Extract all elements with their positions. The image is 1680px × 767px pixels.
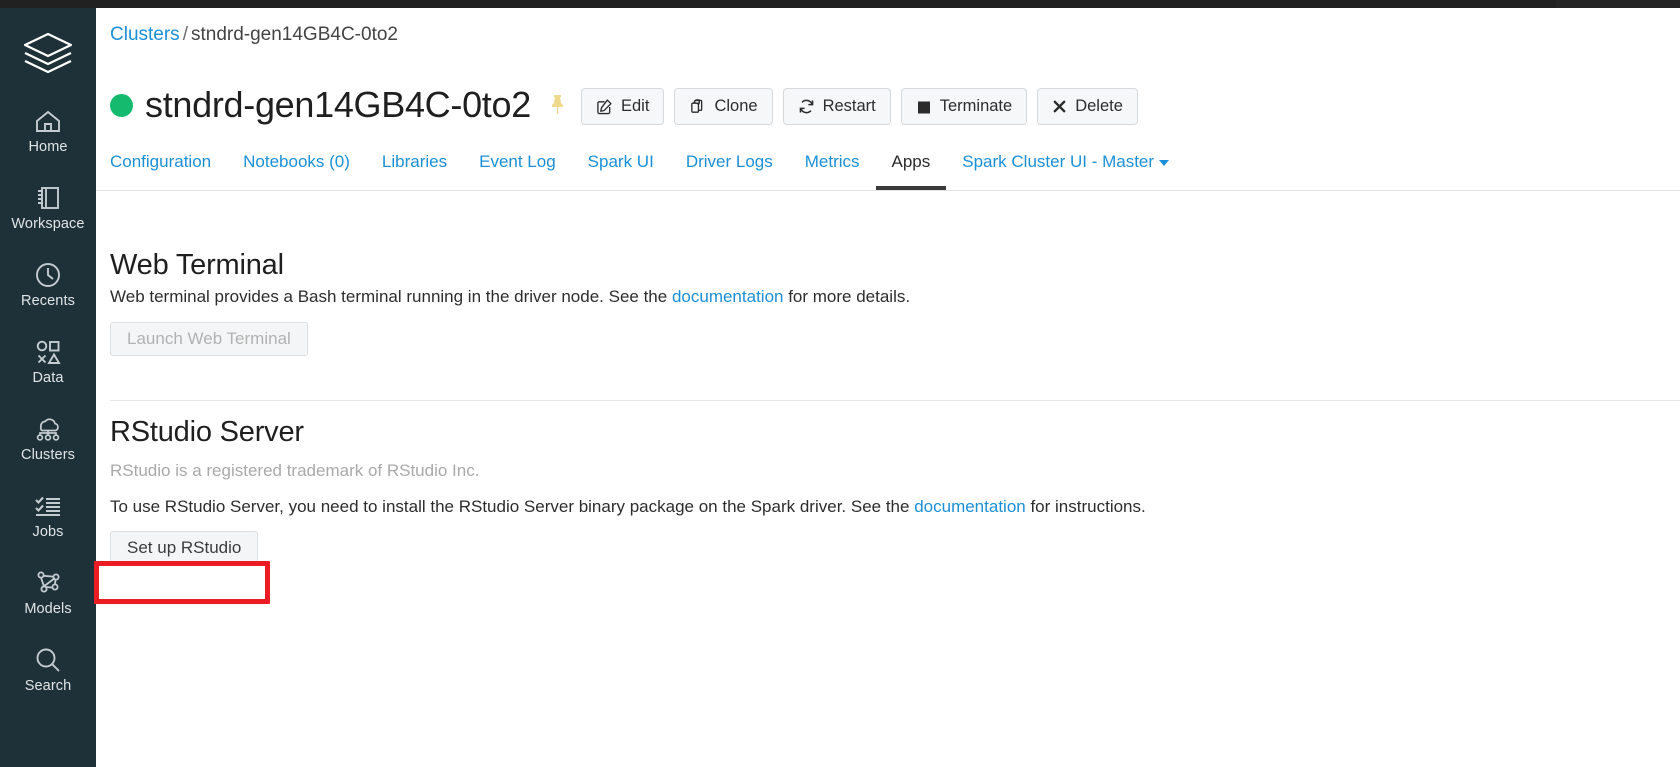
tab-libraries[interactable]: Libraries [366,152,463,190]
edit-button[interactable]: Edit [581,88,665,125]
tab-event-log[interactable]: Event Log [463,152,572,190]
section-divider [110,400,1680,401]
tab-driver-logs[interactable]: Driver Logs [670,152,789,190]
app-root: Home Workspace Recents Data Clusters Job… [0,0,1680,767]
tabs-divider [96,190,1680,191]
breadcrumb-current: stndrd-gen14GB4C-0to2 [190,24,398,45]
edit-button-label: Edit [621,97,650,115]
tab-label: Configuration [110,152,212,171]
rstudio-description-before: To use RStudio Server, you need to insta… [110,497,915,516]
tab-label: Driver Logs [685,152,773,171]
search-icon [33,645,63,675]
window-top-strip [0,0,1680,8]
sidebar-item-label: Search [24,678,72,695]
sidebar-item-label: Recents [21,293,75,310]
restart-button[interactable]: Restart [782,88,891,125]
sidebar-item-models[interactable]: Models [0,554,96,631]
tab-label: Notebooks (0) [243,152,350,171]
databricks-logo[interactable] [20,30,76,78]
sidebar-item-data[interactable]: Data [0,323,96,400]
shapes-icon [33,337,63,367]
delete-x-icon [1052,99,1067,114]
tab-spark-ui[interactable]: Spark UI [572,152,670,190]
sidebar-item-label: Clusters [21,447,75,464]
sidebar-item-label: Home [28,139,68,156]
clock-icon [33,260,63,290]
sidebar-item-search[interactable]: Search [0,631,96,708]
sidebar-item-label: Data [32,370,64,387]
tab-configuration[interactable]: Configuration [110,152,227,190]
clusters-cloud-icon [33,414,63,444]
workspace-icon [33,183,63,213]
tab-apps[interactable]: Apps [875,152,947,190]
sidebar-item-label: Workspace [11,216,85,233]
tab-notebooks[interactable]: Notebooks (0) [227,152,366,190]
breadcrumb-separator: / [182,24,188,45]
edit-pencil-icon [596,98,613,115]
terminate-square-icon [916,99,932,115]
sidebar-item-recents[interactable]: Recents [0,246,96,323]
main-content: Clusters / stndrd-gen14GB4C-0to2 stndrd-ge… [96,8,1680,767]
tab-label: Spark UI [587,152,654,171]
cluster-title-row: stndrd-gen14GB4C-0to2 [110,79,566,131]
tab-label: Libraries [381,152,448,171]
setup-rstudio-button[interactable]: Set up RStudio [110,531,259,565]
web-terminal-description-after: for more details. [783,287,911,306]
terminate-button-label: Terminate [939,97,1013,115]
tab-label: Metrics [804,152,860,171]
clone-button[interactable]: Clone [674,88,773,125]
web-terminal-description-before: Web terminal provides a Bash terminal ru… [110,287,672,306]
checklist-icon [33,491,63,521]
rstudio-description: To use RStudio Server, you need to insta… [110,497,1146,517]
tab-label: Spark Cluster UI - Master [962,152,1155,171]
graph-nodes-icon [33,568,63,598]
home-icon [33,106,63,136]
cluster-tabs: Configuration Notebooks (0) Libraries Ev… [110,144,1185,190]
terminate-button[interactable]: Terminate [900,88,1028,125]
rstudio-description-after: for instructions. [1025,497,1146,516]
cluster-action-buttons: Edit Clone Restart Terminate Delete [581,88,1138,125]
launch-web-terminal-button[interactable]: Launch Web Terminal [110,322,308,356]
tab-spark-cluster-ui-master[interactable]: Spark Cluster UI - Master [946,152,1185,190]
chevron-down-icon [1159,159,1170,166]
web-terminal-title: Web Terminal [110,249,284,281]
web-terminal-documentation-link[interactable]: documentation [672,287,784,306]
delete-button-label: Delete [1075,97,1123,115]
tab-metrics[interactable]: Metrics [789,152,876,190]
sidebar: Home Workspace Recents Data Clusters Job… [0,8,96,767]
sidebar-item-label: Models [24,601,72,618]
rstudio-trademark-note: RStudio is a registered trademark of RSt… [110,461,480,480]
rstudio-documentation-link[interactable]: documentation [914,497,1026,516]
rstudio-title: RStudio Server [110,416,304,448]
status-badge [110,93,133,117]
clone-copy-icon [689,98,706,115]
sidebar-item-workspace[interactable]: Workspace [0,169,96,246]
breadcrumb: Clusters / stndrd-gen14GB4C-0to2 [110,24,398,46]
clone-button-label: Clone [714,97,758,115]
tab-label: Event Log [479,152,556,171]
breadcrumb-clusters-link[interactable]: Clusters [110,24,180,45]
tab-label: Apps [891,152,931,171]
sidebar-item-clusters[interactable]: Clusters [0,400,96,477]
sidebar-item-jobs[interactable]: Jobs [0,477,96,554]
window-top-strip-right [1556,0,1680,8]
page-title: stndrd-gen14GB4C-0to2 [145,84,531,125]
web-terminal-description: Web terminal provides a Bash terminal ru… [110,287,910,307]
pin-icon[interactable] [549,94,566,116]
delete-button[interactable]: Delete [1037,88,1138,125]
sidebar-item-label: Jobs [32,524,64,541]
sidebar-item-home[interactable]: Home [0,92,96,169]
restart-refresh-icon [798,98,815,115]
restart-button-label: Restart [822,97,876,115]
